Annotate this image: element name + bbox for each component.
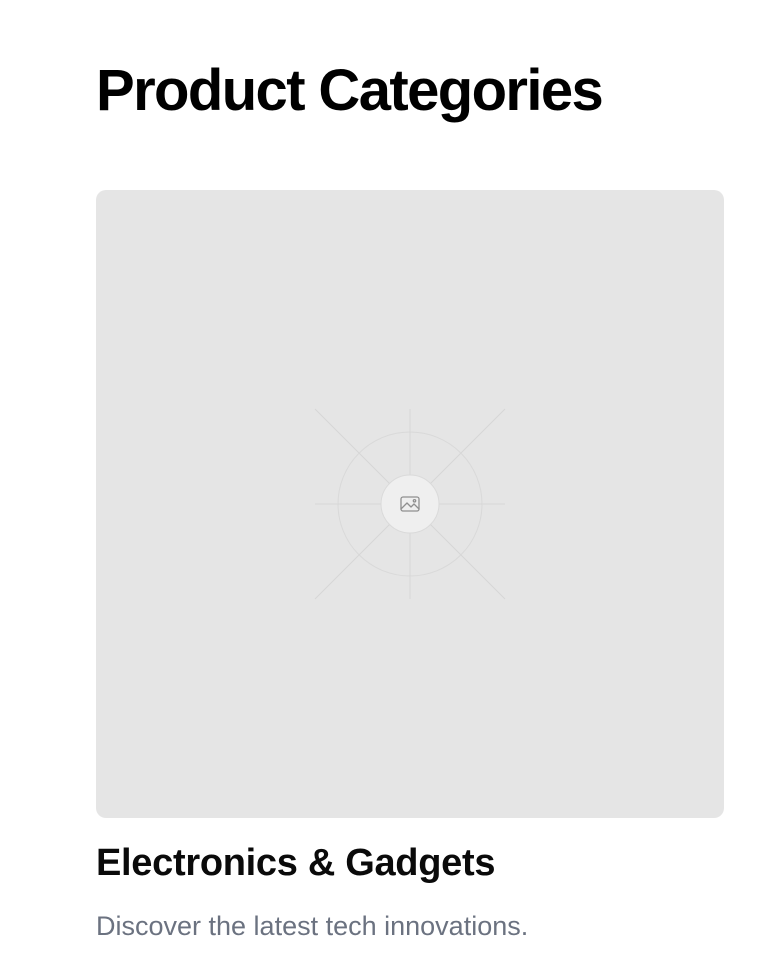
category-description: Discover the latest tech innovations. — [96, 911, 529, 941]
category-card[interactable]: Electronics & Gadgets Discover the lates… — [96, 190, 724, 941]
category-image-placeholder[interactable] — [96, 190, 724, 818]
category-title[interactable]: Electronics & Gadgets — [96, 840, 495, 886]
image-placeholder-icon — [314, 408, 506, 600]
page-title: Product Categories — [96, 58, 604, 123]
